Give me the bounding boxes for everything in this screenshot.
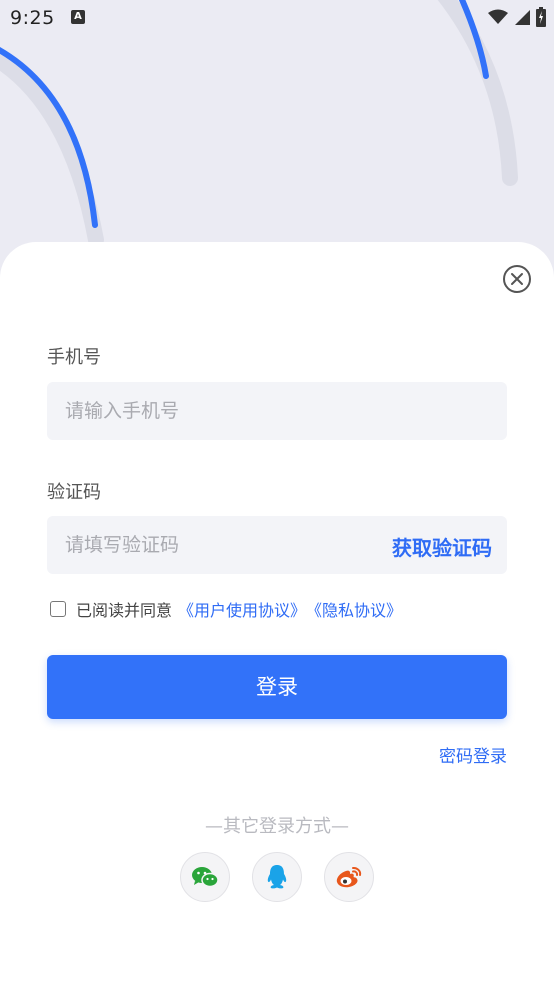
other-login-title: —其它登录方式— bbox=[205, 816, 349, 837]
phone-label: 手机号 bbox=[47, 347, 101, 368]
user-agreement-link[interactable]: 《用户使用协议》 bbox=[178, 597, 306, 621]
social-login-row bbox=[0, 852, 554, 902]
status-bar: 9:25 A bbox=[0, 0, 554, 40]
status-icons bbox=[488, 7, 546, 27]
agreement-row: 已阅读并同意 《用户使用协议》 《隐私协议》 bbox=[50, 597, 402, 621]
password-login-link[interactable]: 密码登录 bbox=[439, 742, 507, 767]
weibo-icon bbox=[336, 866, 362, 888]
close-circle-icon[interactable] bbox=[502, 264, 532, 294]
code-field-box: 获取验证码 bbox=[47, 516, 507, 574]
qq-icon bbox=[267, 865, 287, 889]
signal-icon bbox=[515, 10, 530, 25]
battery-icon bbox=[536, 7, 546, 27]
agree-checkbox[interactable] bbox=[50, 601, 66, 617]
wechat-login-button[interactable] bbox=[180, 852, 230, 902]
phone-field-box bbox=[47, 382, 507, 440]
phone-input[interactable] bbox=[47, 382, 507, 440]
a-icon: A bbox=[71, 10, 85, 24]
get-code-button[interactable]: 获取验证码 bbox=[392, 532, 492, 561]
agree-text: 已阅读并同意 bbox=[76, 601, 173, 620]
status-time: 9:25 bbox=[10, 7, 55, 29]
login-button[interactable]: 登录 bbox=[47, 655, 507, 719]
wifi-icon bbox=[488, 9, 508, 24]
login-sheet: 手机号 验证码 获取验证码 已阅读并同意 《用户使用协议》 《隐私协议》 登录 … bbox=[0, 242, 554, 985]
qq-login-button[interactable] bbox=[252, 852, 302, 902]
code-label: 验证码 bbox=[47, 482, 101, 503]
privacy-link[interactable]: 《隐私协议》 bbox=[306, 597, 402, 621]
wechat-icon bbox=[192, 867, 219, 888]
weibo-login-button[interactable] bbox=[324, 852, 374, 902]
